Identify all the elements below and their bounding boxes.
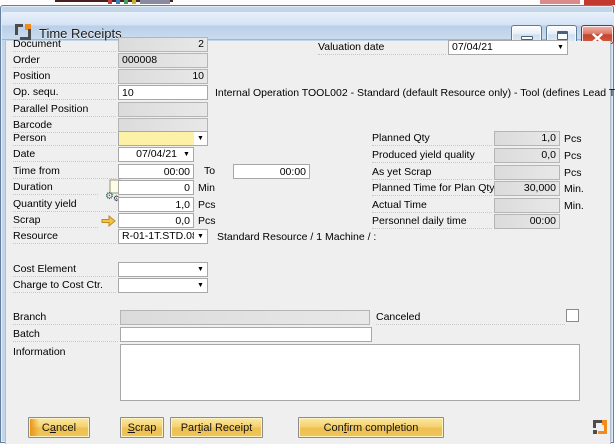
button-label-part: Con [324,422,344,434]
person-label: Person [13,132,116,146]
confirm-completion-button[interactable]: Confirm completion [298,417,444,438]
background-artifact [116,0,120,4]
op-sequ-label: Op. sequ. [13,86,116,100]
date-value[interactable]: 07/04/21 [119,148,180,161]
time-to-label: To [204,165,224,179]
document-label: Document [13,38,116,52]
planned-qty-field: 1,0 [494,131,560,146]
actual-time-field [494,198,560,213]
as-yet-scrap-label: As yet Scrap [372,166,492,180]
chevron-down-icon[interactable]: ▼ [554,41,567,54]
produced-yield-quality-label: Produced yield quality [372,149,492,163]
as-yet-scrap-field [494,165,560,180]
maximize-icon [557,31,568,40]
button-label-part: C [42,422,50,434]
cost-element-combo[interactable]: ▼ [118,262,208,277]
quantity-yield-unit: Pcs [198,199,216,211]
background-artifact [124,0,128,4]
cost-element-label: Cost Element [13,263,116,277]
personnel-daily-time-field: 00:00 [494,214,560,229]
date-label: Date [13,148,116,162]
batch-label: Batch [13,328,118,342]
valuation-date-combo[interactable]: 07/04/21 ▼ [448,40,568,55]
screen: Time Receipts Document 2 Order 000008 Po… [0,0,615,444]
planned-time-unit: Min. [564,183,584,195]
charge-to-cost-ctr-label: Charge to Cost Ctr. [13,279,116,293]
chevron-down-icon[interactable]: ▼ [194,263,207,276]
chevron-down-icon[interactable]: ▼ [194,230,207,243]
scrap-label: Scrap [13,214,98,228]
valuation-date-label: Valuation date [318,41,446,55]
planned-time-for-plan-qty-field: 30,000 [494,181,560,196]
position-label: Position [13,70,116,84]
background-artifact [108,0,112,4]
scrap-button[interactable]: Scrap [120,417,164,438]
duration-label: Duration [13,181,98,195]
charge-to-cost-ctr-value[interactable] [119,279,194,292]
information-textarea[interactable] [120,344,580,401]
canceled-label: Canceled [376,311,565,325]
background-artifact [140,0,170,4]
button-label-part: crap [135,422,156,434]
scrap-input[interactable] [118,213,194,228]
background-artifact [540,0,580,4]
order-label: Order [13,54,116,68]
scrap-unit: Pcs [198,215,216,227]
valuation-date-value[interactable]: 07/04/21 [449,41,554,54]
actual-time-label: Actual Time [372,199,492,213]
as-yet-scrap-unit: Pcs [564,167,582,179]
duration-unit: Min [198,182,215,194]
partial-receipt-button[interactable]: Partial Receipt [170,417,263,438]
resource-combo[interactable]: R-01-1T.STD.08I ▼ [118,229,208,244]
person-value[interactable] [119,132,194,145]
chevron-down-icon[interactable]: ▼ [194,279,207,292]
resource-label: Resource [13,230,116,244]
background-artifact [132,0,136,4]
personnel-daily-time-label: Personnel daily time [372,215,492,229]
charge-to-cost-ctr-combo[interactable]: ▼ [118,278,208,293]
branch-label: Branch [13,311,118,325]
title-bar[interactable]: Time Receipts [2,12,614,40]
barcode-label: Barcode [13,119,116,133]
default-button-stripe [30,419,39,436]
operation-description: Internal Operation TOOL002 - Standard (d… [215,87,615,99]
op-sequ-input[interactable] [118,85,208,100]
resource-value[interactable]: R-01-1T.STD.08I [119,230,194,243]
information-label: Information [13,346,118,360]
parallel-position-field [118,102,208,117]
canceled-checkbox[interactable] [566,309,579,322]
button-label-part: ncel [56,422,76,434]
button-accesskey: S [128,422,135,434]
button-label-part: Par [181,422,198,434]
quantity-yield-input[interactable] [118,197,194,212]
planned-time-for-plan-qty-label: Planned Time for Plan Qty [372,182,492,196]
branch-field [120,310,370,325]
chevron-down-icon[interactable]: ▼ [180,148,193,161]
parallel-position-label: Parallel Position [13,103,116,117]
person-combo[interactable]: ▼ [118,131,208,146]
actual-time-unit: Min. [564,200,584,212]
planned-qty-label: Planned Qty [372,132,492,146]
batch-input[interactable] [120,327,372,342]
time-from-input[interactable] [118,164,194,179]
quantity-yield-label: Quantity yield [13,198,116,212]
position-field: 10 [118,69,208,84]
cancel-button[interactable]: Cancel [28,417,90,438]
time-to-input[interactable] [233,164,310,179]
chevron-down-icon[interactable]: ▼ [194,132,207,145]
date-combo[interactable]: 07/04/21 ▼ [118,147,194,162]
produced-yield-quality-unit: Pcs [564,150,582,162]
time-from-label: Time from [13,165,116,179]
resource-description: Standard Resource / 1 Machine / : [217,231,376,243]
planned-qty-unit: Pcs [564,133,582,145]
button-label-part: irm completion [347,422,419,434]
cost-element-value[interactable] [119,263,194,276]
order-field: 000008 [118,53,208,68]
duration-input[interactable] [118,180,194,195]
produced-yield-quality-field: 0,0 [494,148,560,163]
document-field: 2 [118,37,208,52]
sap-b1-grip-icon[interactable] [593,420,607,434]
button-label-part: ial Receipt [201,422,252,434]
